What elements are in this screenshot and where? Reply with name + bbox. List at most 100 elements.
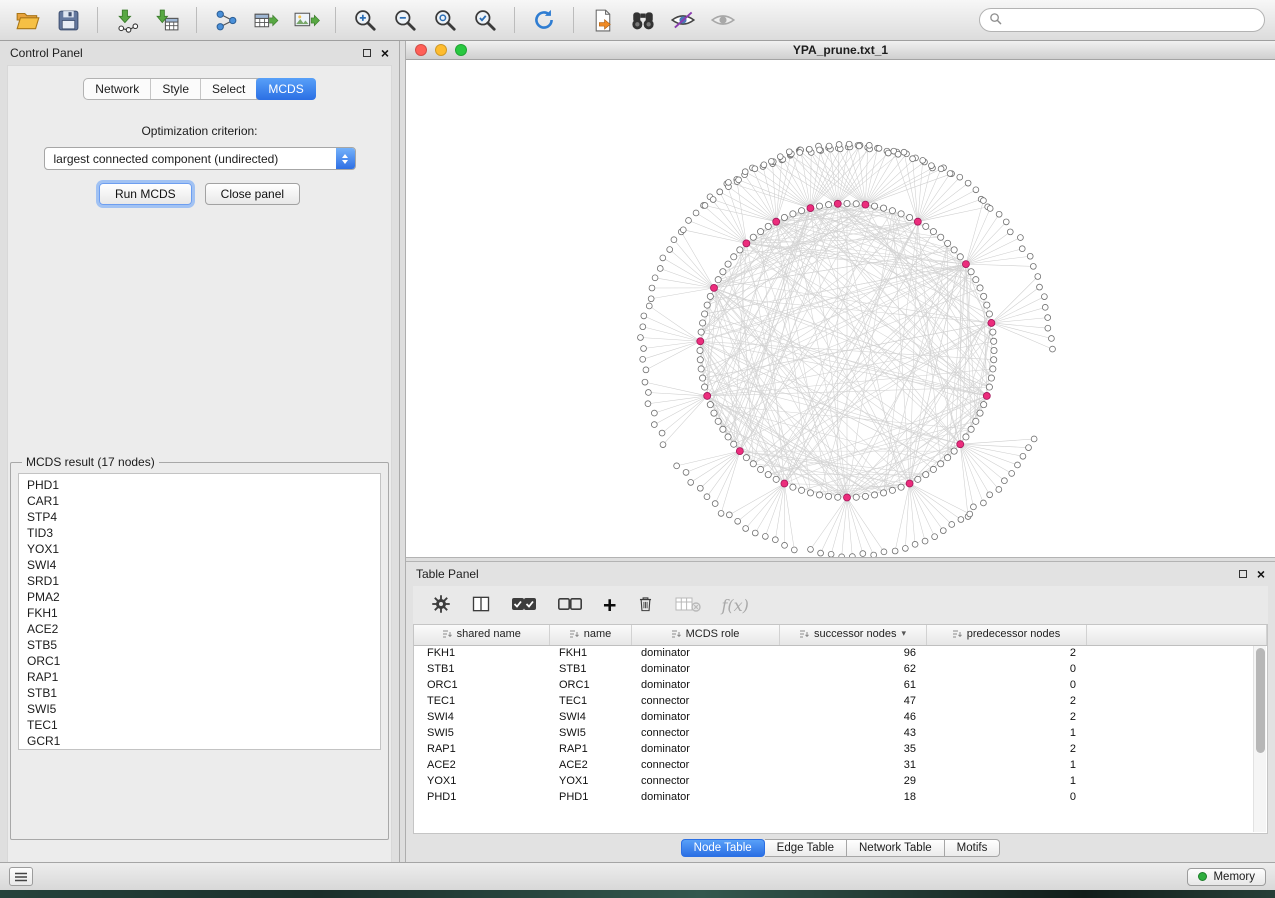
- zoom-selected-button[interactable]: [467, 4, 503, 36]
- cell-mcds-role[interactable]: dominator: [631, 661, 779, 677]
- cell-predecessor-nodes[interactable]: 1: [926, 757, 1086, 773]
- close-window-icon[interactable]: [415, 44, 427, 56]
- cell-name[interactable]: RAP1: [549, 741, 631, 757]
- zoom-out-button[interactable]: [387, 4, 423, 36]
- mcds-result-node[interactable]: SWI5: [19, 701, 380, 717]
- mcds-result-node[interactable]: FKH1: [19, 605, 380, 621]
- mcds-result-node[interactable]: SRD1: [19, 573, 380, 589]
- show-columns-button[interactable]: [471, 594, 491, 617]
- add-column-button[interactable]: +: [603, 594, 616, 617]
- cell-predecessor-nodes[interactable]: 0: [926, 661, 1086, 677]
- cell-predecessor-nodes[interactable]: 2: [926, 741, 1086, 757]
- tab-network-table[interactable]: Network Table: [847, 839, 945, 857]
- table-row[interactable]: STB1 STB1 dominator 62 0: [414, 661, 1267, 677]
- hide-graphics-details-button[interactable]: [705, 4, 741, 36]
- cell-predecessor-nodes[interactable]: 1: [926, 725, 1086, 741]
- cell-name[interactable]: FKH1: [549, 645, 631, 661]
- cell-mcds-role[interactable]: dominator: [631, 645, 779, 661]
- mcds-result-node[interactable]: ACE2: [19, 621, 380, 637]
- mcds-result-node[interactable]: ORC1: [19, 653, 380, 669]
- cell-shared-name[interactable]: TEC1: [414, 693, 549, 709]
- cell-predecessor-nodes[interactable]: 2: [926, 693, 1086, 709]
- mcds-result-node[interactable]: PHD1: [19, 477, 380, 493]
- maximize-window-icon[interactable]: [455, 44, 467, 56]
- mcds-result-node[interactable]: PMA2: [19, 589, 380, 605]
- cell-shared-name[interactable]: SWI4: [414, 709, 549, 725]
- cell-shared-name[interactable]: PHD1: [414, 789, 549, 805]
- column-header-shared-name[interactable]: shared name: [414, 625, 549, 645]
- cell-name[interactable]: ORC1: [549, 677, 631, 693]
- cell-predecessor-nodes[interactable]: 2: [926, 709, 1086, 725]
- tab-mcds[interactable]: MCDS: [256, 78, 315, 100]
- mcds-result-node[interactable]: TEC1: [19, 717, 380, 733]
- mcds-result-node[interactable]: YOX1: [19, 541, 380, 557]
- close-panel-icon[interactable]: ×: [381, 46, 389, 60]
- mcds-result-node[interactable]: RAP1: [19, 669, 380, 685]
- cell-predecessor-nodes[interactable]: 1: [926, 773, 1086, 789]
- share-document-button[interactable]: [585, 4, 621, 36]
- cell-mcds-role[interactable]: connector: [631, 693, 779, 709]
- cell-successor-nodes[interactable]: 47: [779, 693, 926, 709]
- minimize-window-icon[interactable]: [435, 44, 447, 56]
- cell-successor-nodes[interactable]: 35: [779, 741, 926, 757]
- table-row[interactable]: FKH1 FKH1 dominator 96 2: [414, 645, 1267, 661]
- run-mcds-button[interactable]: Run MCDS: [99, 183, 192, 205]
- table-row[interactable]: ORC1 ORC1 dominator 61 0: [414, 677, 1267, 693]
- table-row[interactable]: YOX1 YOX1 connector 29 1: [414, 773, 1267, 789]
- close-panel-icon[interactable]: ×: [1257, 567, 1265, 581]
- first-neighbors-button[interactable]: [625, 4, 661, 36]
- table-row[interactable]: PHD1 PHD1 dominator 18 0: [414, 789, 1267, 805]
- cell-mcds-role[interactable]: dominator: [631, 709, 779, 725]
- cell-name[interactable]: YOX1: [549, 773, 631, 789]
- cell-name[interactable]: SWI5: [549, 725, 631, 741]
- tab-node-table[interactable]: Node Table: [681, 839, 765, 857]
- export-image-button[interactable]: [288, 4, 324, 36]
- cell-mcds-role[interactable]: connector: [631, 725, 779, 741]
- column-header-name[interactable]: name: [549, 625, 631, 645]
- mcds-result-node[interactable]: TID3: [19, 525, 380, 541]
- cell-shared-name[interactable]: RAP1: [414, 741, 549, 757]
- refresh-view-button[interactable]: [526, 4, 562, 36]
- cell-shared-name[interactable]: STB1: [414, 661, 549, 677]
- cell-name[interactable]: SWI4: [549, 709, 631, 725]
- mcds-result-node[interactable]: STB5: [19, 637, 380, 653]
- cell-successor-nodes[interactable]: 18: [779, 789, 926, 805]
- column-header-mcds-role[interactable]: MCDS role: [631, 625, 779, 645]
- float-panel-icon[interactable]: [1239, 570, 1247, 578]
- save-session-button[interactable]: [50, 4, 86, 36]
- mcds-result-node[interactable]: SWI4: [19, 557, 380, 573]
- table-row[interactable]: SWI5 SWI5 connector 43 1: [414, 725, 1267, 741]
- column-header-predecessor-nodes[interactable]: predecessor nodes: [926, 625, 1086, 645]
- search-input[interactable]: [1008, 13, 1255, 27]
- cell-shared-name[interactable]: ACE2: [414, 757, 549, 773]
- cell-predecessor-nodes[interactable]: 2: [926, 645, 1086, 661]
- table-settings-button[interactable]: [431, 594, 451, 617]
- import-table-button[interactable]: [149, 4, 185, 36]
- cell-successor-nodes[interactable]: 61: [779, 677, 926, 693]
- import-network-button[interactable]: [109, 4, 145, 36]
- cell-successor-nodes[interactable]: 62: [779, 661, 926, 677]
- column-header-successor-nodes[interactable]: successor nodes▾: [779, 625, 926, 645]
- table-scrollbar[interactable]: [1253, 646, 1266, 832]
- open-session-button[interactable]: [10, 4, 46, 36]
- cell-shared-name[interactable]: ORC1: [414, 677, 549, 693]
- show-graphics-details-button[interactable]: [665, 4, 701, 36]
- cell-mcds-role[interactable]: dominator: [631, 741, 779, 757]
- cell-successor-nodes[interactable]: 29: [779, 773, 926, 789]
- cell-mcds-role[interactable]: connector: [631, 757, 779, 773]
- cell-successor-nodes[interactable]: 46: [779, 709, 926, 725]
- select-all-columns-button[interactable]: [511, 594, 537, 617]
- cell-predecessor-nodes[interactable]: 0: [926, 677, 1086, 693]
- table-row[interactable]: SWI4 SWI4 dominator 46 2: [414, 709, 1267, 725]
- cell-name[interactable]: TEC1: [549, 693, 631, 709]
- mcds-result-node[interactable]: STB1: [19, 685, 380, 701]
- cell-successor-nodes[interactable]: 43: [779, 725, 926, 741]
- cell-successor-nodes[interactable]: 96: [779, 645, 926, 661]
- export-table-button[interactable]: [248, 4, 284, 36]
- float-panel-icon[interactable]: [363, 49, 371, 57]
- tab-edge-table[interactable]: Edge Table: [765, 839, 847, 857]
- scrollbar-thumb[interactable]: [1256, 648, 1265, 753]
- mcds-result-node[interactable]: STP4: [19, 509, 380, 525]
- cell-shared-name[interactable]: SWI5: [414, 725, 549, 741]
- table-row[interactable]: ACE2 ACE2 connector 31 1: [414, 757, 1267, 773]
